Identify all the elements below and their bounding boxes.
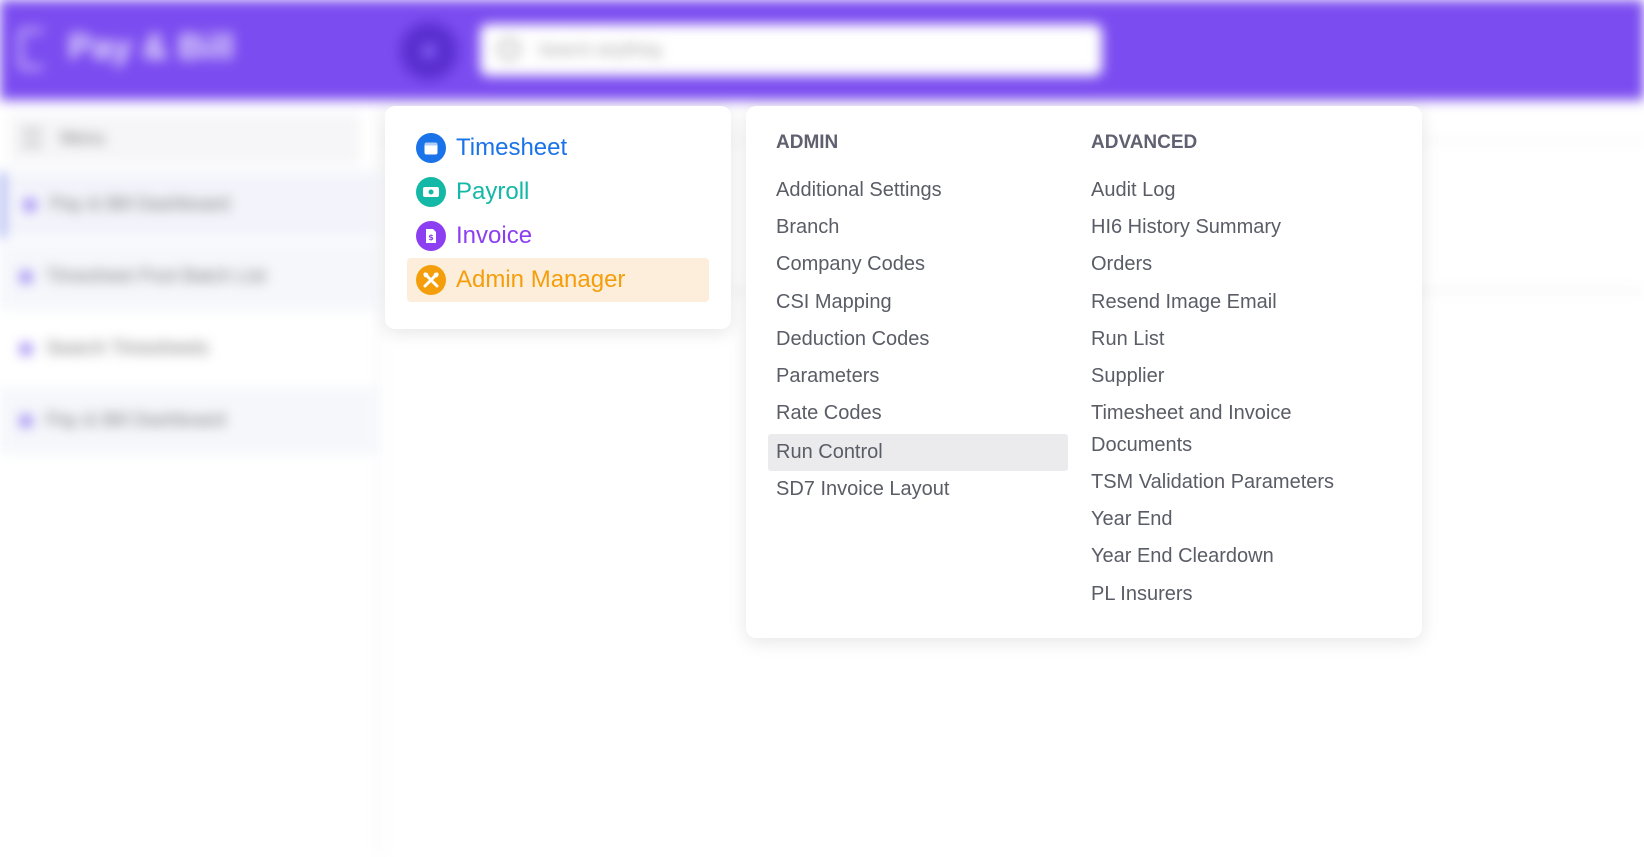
search-placeholder: Search anything <box>538 40 661 59</box>
module-admin-manager[interactable]: Admin Manager <box>407 258 709 302</box>
module-label: Payroll <box>456 178 530 205</box>
sidebar-item-label: Timesheet Pool Batch List <box>46 266 267 287</box>
sidebar-item-label: Search Timesheets <box>46 338 209 359</box>
advanced-heading: ADVANCED <box>1091 132 1198 153</box>
menu-item-deduction-codes[interactable]: Deduction Codes <box>776 323 929 355</box>
menu-item-documents[interactable]: Documents <box>1091 429 1192 461</box>
sidebar: Menu Pay & Bill Dashboard Timesheet Pool… <box>0 100 380 857</box>
sidebar-item-dashboard-2[interactable]: Pay & Bill Dashboard <box>0 388 380 454</box>
dot-icon <box>20 343 32 355</box>
menu-item-run-control[interactable]: Run Control <box>768 434 1068 471</box>
search-icon <box>498 38 520 60</box>
menu-item-sd7-invoice-layout[interactable]: SD7 Invoice Layout <box>776 473 949 505</box>
svg-text:$: $ <box>428 233 434 242</box>
menu-item-year-end[interactable]: Year End <box>1091 503 1173 535</box>
sidebar-item-search-timesheets[interactable]: Search Timesheets <box>0 316 380 382</box>
menu-item-rate-codes[interactable]: Rate Codes <box>776 397 882 429</box>
menu-item-year-end-cleardown[interactable]: Year End Cleardown <box>1091 540 1274 572</box>
menu-item-timesheet-and-invoice[interactable]: Timesheet and Invoice <box>1091 397 1291 429</box>
dot-icon <box>20 415 32 427</box>
module-label: Timesheet <box>456 134 568 161</box>
menu-item-csi-mapping[interactable]: CSI Mapping <box>776 286 892 318</box>
logo-icon <box>18 28 46 70</box>
avatar[interactable] <box>400 22 458 80</box>
sidebar-item-label: Pay & Bill Dashboard <box>46 410 226 431</box>
module-label: Invoice <box>456 222 533 249</box>
dot-icon <box>24 199 36 211</box>
money-icon <box>416 177 446 207</box>
sidebar-item-timesheet-pool[interactable]: Timesheet Pool Batch List <box>0 244 380 310</box>
menu-item-pl-insurers[interactable]: PL Insurers <box>1091 578 1193 610</box>
menu-item-tsm-validation-parameters[interactable]: TSM Validation Parameters <box>1091 466 1334 498</box>
calendar-icon <box>416 133 446 163</box>
menu-item-hi6-history-summary[interactable]: HI6 History Summary <box>1091 211 1281 243</box>
menu-item-orders[interactable]: Orders <box>1091 248 1152 280</box>
menu-item-parameters[interactable]: Parameters <box>776 360 879 392</box>
hamburger-icon <box>22 130 42 146</box>
app-name: Pay & Bill <box>68 26 235 67</box>
admin-heading: ADMIN <box>776 132 839 153</box>
dot-icon <box>20 271 32 283</box>
menu-item-run-list[interactable]: Run List <box>1091 323 1164 355</box>
module-payroll[interactable]: Payroll <box>407 170 709 214</box>
module-invoice[interactable]: $ Invoice <box>407 214 709 258</box>
menu-item-branch[interactable]: Branch <box>776 211 839 243</box>
sidebar-item-label: Pay & Bill Dashboard <box>50 194 230 215</box>
menu-item-resend-image-email[interactable]: Resend Image Email <box>1091 286 1277 318</box>
sidebar-item-dashboard[interactable]: Pay & Bill Dashboard <box>0 172 380 238</box>
search-input[interactable]: Search anything <box>480 24 1102 76</box>
top-bar: Pay & Bill Search anything <box>0 0 1644 100</box>
invoice-icon: $ <box>416 221 446 251</box>
module-label: Admin Manager <box>456 266 626 293</box>
modules-menu: Timesheet Payroll $ Invoice Admin Manage… <box>385 106 731 329</box>
sidebar-menu-toggle[interactable]: Menu <box>10 114 360 164</box>
admin-submenu: ADMIN ADVANCED Additional Settings Branc… <box>746 106 1422 638</box>
tools-icon <box>416 265 446 295</box>
sidebar-menu-label: Menu <box>60 128 106 148</box>
menu-item-audit-log[interactable]: Audit Log <box>1091 174 1176 206</box>
menu-item-supplier[interactable]: Supplier <box>1091 360 1164 392</box>
menu-item-additional-settings[interactable]: Additional Settings <box>776 174 942 206</box>
menu-item-company-codes[interactable]: Company Codes <box>776 248 925 280</box>
module-timesheet[interactable]: Timesheet <box>407 126 709 170</box>
